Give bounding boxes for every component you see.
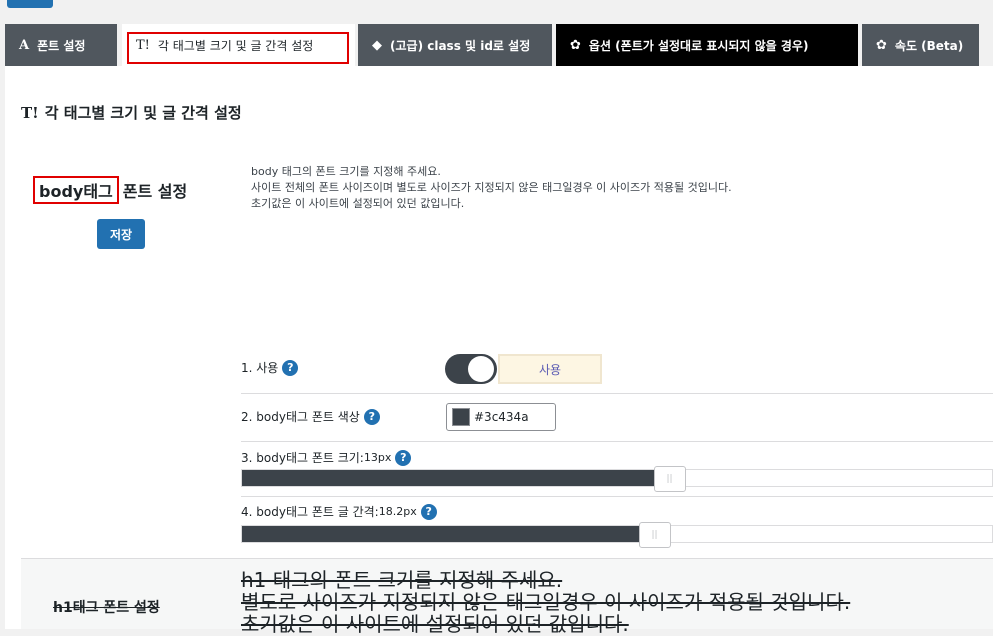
letter-spacing-slider[interactable]: || (241, 522, 993, 548)
help-icon[interactable]: ? (420, 503, 437, 520)
body-tag-description: body 태그의 폰트 크기를 지정해 주세요. 사이트 전체의 폰트 사이즈이… (251, 164, 732, 212)
description-line: body 태그의 폰트 크기를 지정해 주세요. (251, 165, 441, 178)
size-value: 13px (363, 451, 392, 464)
tab-font-settings[interactable]: A 폰트 설정 (5, 24, 117, 66)
tab-class-id[interactable]: ◆ (고급) class 및 id로 설정 (358, 24, 552, 66)
color-row-label: 2. body태그 폰트 색상 ? (241, 408, 380, 425)
help-icon[interactable]: ? (395, 449, 412, 466)
use-status-box: 사용 (498, 354, 602, 384)
description-line: 별도로 사이즈가 지정되지 않은 태그일경우 이 사이즈가 적용될 것입니다. (241, 590, 851, 614)
use-label-text: 1. 사용 (241, 361, 279, 375)
gear-icon: ✿ (570, 37, 581, 53)
use-toggle[interactable] (445, 354, 497, 384)
use-row-label: 1. 사용 ? (241, 359, 299, 376)
top-button[interactable] (7, 0, 53, 8)
font-icon: A (19, 37, 30, 53)
tab-speed[interactable]: ✿ 속도 (Beta) (862, 24, 979, 66)
slider-fill (242, 526, 655, 542)
description-line: 초기값은 이 사이트에 설정되어 있던 값입니다. (251, 197, 465, 210)
tab-bar: A 폰트 설정 T! 각 태그별 크기 및 글 간격 설정 ◆ (고급) cla… (0, 24, 993, 66)
color-swatch (452, 408, 470, 426)
color-label-text: 2. body태그 폰트 색상 (241, 410, 360, 424)
row-divider (241, 496, 993, 497)
tab-label: 속도 (Beta) (894, 38, 964, 53)
font-size-slider[interactable]: || (241, 466, 993, 492)
gear-icon: ✿ (876, 37, 887, 53)
body-tag-label-rest: 폰트 설정 (122, 182, 188, 201)
spacing-label-text: 4. body태그 폰트 글 간격: (241, 505, 379, 519)
section-title: T! 각 태그별 크기 및 글 간격 설정 (21, 102, 242, 123)
tab-label: 옵션 (폰트가 설정대로 표시되지 않을 경우) (588, 38, 809, 53)
toggle-knob (468, 356, 494, 382)
highlight-box (127, 32, 349, 64)
size-row-label: 3. body태그 폰트 크기: 13px ? (241, 449, 412, 466)
help-icon[interactable]: ? (282, 359, 299, 376)
row-divider (241, 393, 993, 394)
tab-label: (고급) class 및 id로 설정 (390, 38, 531, 53)
color-field[interactable]: #3c434a (446, 403, 556, 431)
h1-tag-description: h1 태그의 폰트 크기를 지정해 주세요. 별도로 사이즈가 지정되지 않은 … (241, 569, 850, 635)
description-line: 초기값은 이 사이트에 설정되어 있던 값입니다. (241, 612, 629, 636)
text-size-icon: T! (21, 103, 39, 122)
tag-icon: ◆ (372, 37, 382, 53)
section-title-text: 각 태그별 크기 및 글 간격 설정 (44, 104, 242, 122)
description-line: 사이트 전체의 폰트 사이즈이며 별도로 사이즈가 지정되지 않은 태그일경우 … (251, 181, 732, 194)
slider-handle[interactable]: || (653, 466, 686, 492)
spacing-value: 18.2px (378, 505, 417, 518)
row-divider (241, 441, 993, 442)
settings-panel: T! 각 태그별 크기 및 글 간격 설정 body태그 폰트 설정 저장 bo… (5, 66, 993, 635)
tab-tag-size[interactable]: T! 각 태그별 크기 및 글 간격 설정 (122, 24, 355, 66)
h1-tag-label: h1태그 폰트 설정 (53, 600, 160, 616)
spacing-row-label: 4. body태그 폰트 글 간격: 18.2px ? (241, 503, 437, 520)
help-icon[interactable]: ? (363, 408, 380, 425)
tab-label: 폰트 설정 (37, 38, 86, 53)
body-tag-boxed: body태그 (33, 176, 119, 204)
tab-options[interactable]: ✿ 옵션 (폰트가 설정대로 표시되지 않을 경우) (556, 24, 858, 66)
body-tag-label: body태그 폰트 설정 (33, 176, 187, 204)
description-line: h1 태그의 폰트 크기를 지정해 주세요. (241, 568, 563, 592)
color-value: #3c434a (474, 410, 529, 424)
h1-tag-section: h1태그 폰트 설정 h1 태그의 폰트 크기를 지정해 주세요. 별도로 사이… (21, 558, 993, 635)
slider-handle[interactable]: || (638, 522, 671, 548)
size-label-text: 3. body태그 폰트 크기: (241, 451, 364, 465)
slider-fill (242, 470, 670, 486)
save-button[interactable]: 저장 (97, 219, 145, 249)
